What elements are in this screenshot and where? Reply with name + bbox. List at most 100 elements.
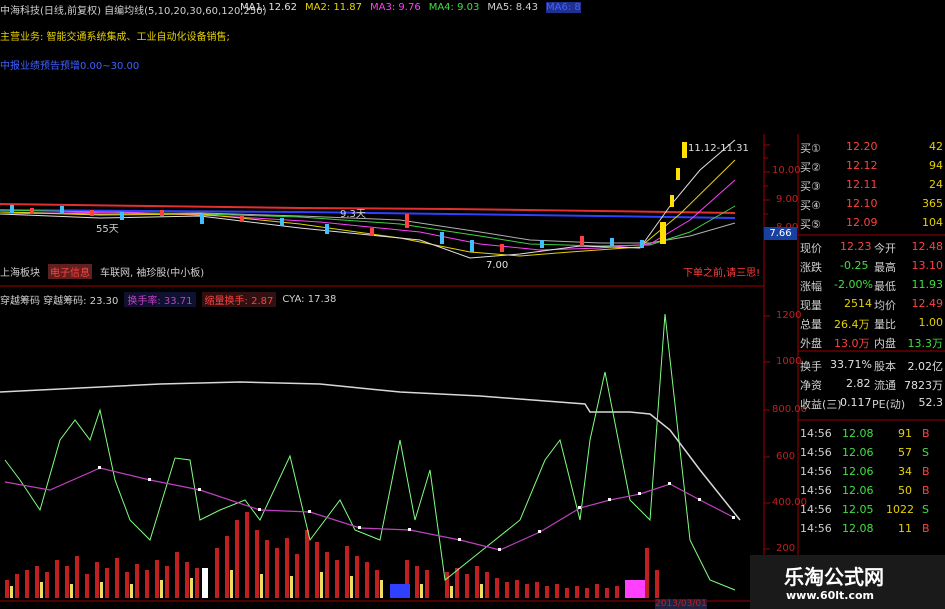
- fund-row: 收益(三) 0.117 PE(动) 52.3: [798, 394, 945, 413]
- tick-side: B: [922, 465, 930, 478]
- tick-price: 12.06: [842, 484, 874, 497]
- bid-volume: 94: [929, 159, 943, 172]
- price-axis-9: 9.00: [776, 194, 799, 205]
- chart-header: 中海科技(日线,前复权) 自编均线(5,10,20,30,60,120,250): [0, 2, 266, 17]
- bid-volume: 24: [929, 178, 943, 191]
- stat-label: 均价: [874, 299, 896, 312]
- stat-label: 今开: [874, 242, 896, 255]
- chip-line-white: [0, 381, 741, 521]
- bid-price: 12.12: [846, 159, 878, 172]
- stat-value: -2.00%: [834, 278, 873, 291]
- stat-row: 总量 26.4万 量比 1.00: [798, 314, 945, 333]
- bid-row[interactable]: 买④ 12.10 365: [798, 195, 945, 214]
- current-price-tag: 7.66: [764, 227, 797, 240]
- bid-row[interactable]: 买⑤ 12.09 104: [798, 214, 945, 233]
- tick-row: 14:56 12.06 57 S: [798, 444, 945, 463]
- tick-time: 14:56: [800, 503, 832, 516]
- stat-value: -0.25: [840, 259, 869, 272]
- bottom-date: 2013/03/01: [655, 599, 707, 609]
- bid-label: 买①: [800, 142, 821, 155]
- fund-label: 换手: [800, 360, 822, 373]
- tick-volume: 50: [898, 484, 912, 497]
- left-label: 55天: [96, 224, 119, 235]
- price-axis-ticks: [764, 144, 770, 229]
- fund-value: 7823万: [904, 379, 943, 392]
- order-warning: 下单之前,请三思!: [683, 268, 761, 279]
- stat-label: 现量: [800, 299, 822, 312]
- bid-price: 12.20: [846, 140, 878, 153]
- bid-price: 12.09: [846, 216, 878, 229]
- stat-value: 2514: [844, 297, 872, 310]
- stat-row: 外盘 13.0万 内盘 13.3万: [798, 333, 945, 352]
- fund-value: 33.71%: [830, 358, 872, 371]
- fund-label: PE(动): [872, 398, 906, 411]
- ma-legend-5: MA5: 8.43: [487, 2, 538, 13]
- high-label: 11.12-11.31: [688, 143, 749, 154]
- tick-price: 12.05: [842, 503, 874, 516]
- stat-row: 涨跌 -0.25 最高 13.10: [798, 257, 945, 276]
- tick-row: 14:56 12.06 34 B: [798, 463, 945, 482]
- tick-volume: 11: [898, 522, 912, 535]
- ma-legend-2: MA2: 11.87: [305, 2, 363, 13]
- ma-legend: MA1: 12.62 MA2: 11.87 MA3: 9.76 MA4: 9.0…: [240, 2, 581, 13]
- fund-value: 2.02亿: [907, 360, 944, 373]
- stat-row: 现量 2514 均价 12.49: [798, 295, 945, 314]
- fund-label: 净资: [800, 379, 822, 392]
- tick-price: 12.08: [842, 427, 874, 440]
- tick-time: 14:56: [800, 484, 832, 497]
- tick-side: S: [922, 446, 929, 459]
- tick-time: 14:56: [800, 427, 832, 440]
- fund-row: 净资 2.82 流通 7823万: [798, 375, 945, 394]
- bid-label: 买③: [800, 180, 821, 193]
- stat-label: 外盘: [800, 337, 822, 350]
- stat-label: 涨幅: [800, 280, 822, 293]
- mid-label: 9.3天: [340, 209, 366, 220]
- fund-row: 换手 33.71% 股本 2.02亿: [798, 356, 945, 375]
- vol-axis-600: 600: [776, 451, 796, 462]
- tick-row: 14:56 12.05 1022 S: [798, 501, 945, 520]
- tick-row: 14:56 12.08 91 B: [798, 425, 945, 444]
- stat-value: 13.10: [911, 259, 944, 272]
- bid-row[interactable]: 买② 12.12 94: [798, 157, 945, 176]
- stat-value: 26.4万: [834, 318, 870, 331]
- watermark-title: 乐淘公式网: [784, 565, 884, 589]
- fund-value: 2.82: [846, 377, 871, 390]
- tick-side: B: [922, 427, 930, 440]
- bid-price: 12.10: [846, 197, 878, 210]
- sector-tag[interactable]: 电子信息: [48, 264, 92, 279]
- volume-axis-ticks: [764, 315, 770, 550]
- volume-marker-blue: [390, 584, 410, 598]
- ma-white-line: [0, 139, 736, 259]
- stat-value: 13.0万: [834, 337, 870, 350]
- watermark: 乐淘公式网 www.60lt.com: [750, 555, 945, 609]
- ma-legend-4: MA4: 9.03: [428, 2, 480, 13]
- fund-value: 0.117: [840, 396, 872, 409]
- stat-row: 涨幅 -2.00% 最低 11.93: [798, 276, 945, 295]
- tick-volume: 91: [898, 427, 912, 440]
- sector-row: 上海板块 电子信息 车联网, 袖珍股(中小板): [0, 264, 204, 279]
- bid-volume: 42: [929, 140, 943, 153]
- fund-label: 收益(三): [800, 398, 842, 411]
- forecast-line: 中报业绩预告预增0.00~30.00: [0, 61, 140, 72]
- tick-price: 12.06: [842, 446, 874, 459]
- business-line: 主营业务: 智能交通系统集成、工业自动化设备销售;: [0, 32, 230, 43]
- bid-row[interactable]: 买③ 12.11 24: [798, 176, 945, 195]
- stat-value: 12.49: [911, 297, 944, 310]
- turnover-line-green: [4, 313, 736, 591]
- fund-label: 股本: [874, 360, 896, 373]
- price-axis-10: 10.00: [772, 165, 801, 176]
- stat-label: 内盘: [874, 337, 896, 350]
- indicator-volume-turnover: 缩量换手: 2.87: [201, 291, 277, 307]
- stat-value: 1.00: [918, 316, 944, 329]
- tick-row: 14:56 12.08 11 B: [798, 520, 945, 539]
- vol-axis-200: 200: [776, 543, 796, 554]
- stat-row: 现价 12.23 今开 12.48: [798, 238, 945, 257]
- watermark-url: www.60lt.com: [786, 589, 875, 602]
- stat-label: 现价: [800, 242, 822, 255]
- stat-label: 最低: [874, 280, 896, 293]
- sector-rest: 车联网, 袖珍股(中小板): [100, 268, 205, 279]
- stat-label: 量比: [874, 318, 896, 331]
- fund-label: 流通: [874, 379, 896, 392]
- bid-row[interactable]: 买① 12.20 42: [798, 138, 945, 157]
- ma-legend-3: MA3: 9.76: [370, 2, 421, 13]
